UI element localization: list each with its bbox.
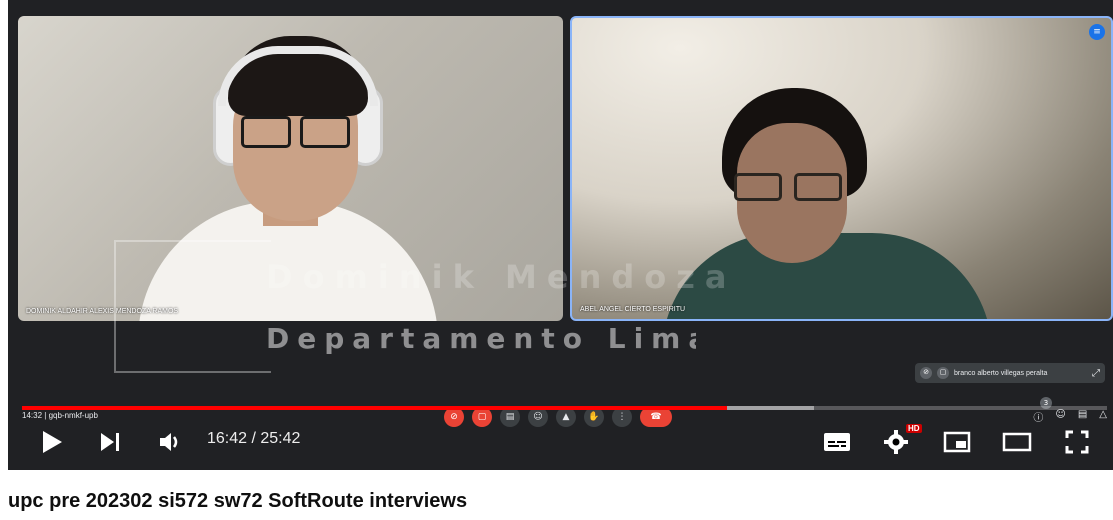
meet-recording: DOMINIK ALDAHIR ALEXIS MENDOZA RAMOS ≡ A…: [8, 0, 1113, 470]
mic-off-icon: ⊘: [920, 367, 932, 379]
watermark-frame: [114, 240, 271, 373]
player-controls: 16:42 / 25:42 HD: [8, 418, 1113, 464]
camera-off-icon: ▢: [937, 367, 949, 379]
fullscreen-icon[interactable]: [1059, 424, 1095, 460]
watermark-department: Departamento Lima: [266, 322, 696, 355]
time-display: 16:42 / 25:42: [207, 430, 301, 447]
miniplayer-icon[interactable]: [939, 424, 975, 460]
hd-badge: HD: [906, 424, 922, 433]
play-icon[interactable]: [34, 424, 70, 460]
participant-name-right: ABEL ANGEL CIERTO ESPIRITU: [580, 306, 686, 313]
other-participant-chip[interactable]: ⊘ ▢ branco alberto villegas peralta ⤢: [915, 363, 1105, 383]
next-icon[interactable]: [92, 424, 128, 460]
glasses-left: [734, 173, 782, 201]
headphone-band: [218, 46, 378, 106]
glasses-right: [300, 116, 350, 148]
video-title: upc pre 202302 si572 sw72 SoftRoute inte…: [8, 490, 468, 512]
progress-played: [22, 406, 728, 410]
watermark-name: Dominik Mendoza: [266, 258, 737, 296]
video-player[interactable]: DOMINIK ALDAHIR ALEXIS MENDOZA RAMOS ≡ A…: [8, 0, 1113, 470]
progress-bar[interactable]: [22, 406, 1107, 410]
glasses-right: [794, 173, 842, 201]
expand-icon[interactable]: ⤢: [1092, 368, 1100, 379]
glasses-left: [241, 116, 291, 148]
audio-wave-icon: ≡: [1089, 24, 1105, 40]
volume-icon[interactable]: [152, 424, 188, 460]
other-participant-name: branco alberto villegas peralta: [954, 369, 1048, 377]
theater-mode-icon[interactable]: [999, 424, 1035, 460]
subtitles-icon[interactable]: [819, 424, 855, 460]
